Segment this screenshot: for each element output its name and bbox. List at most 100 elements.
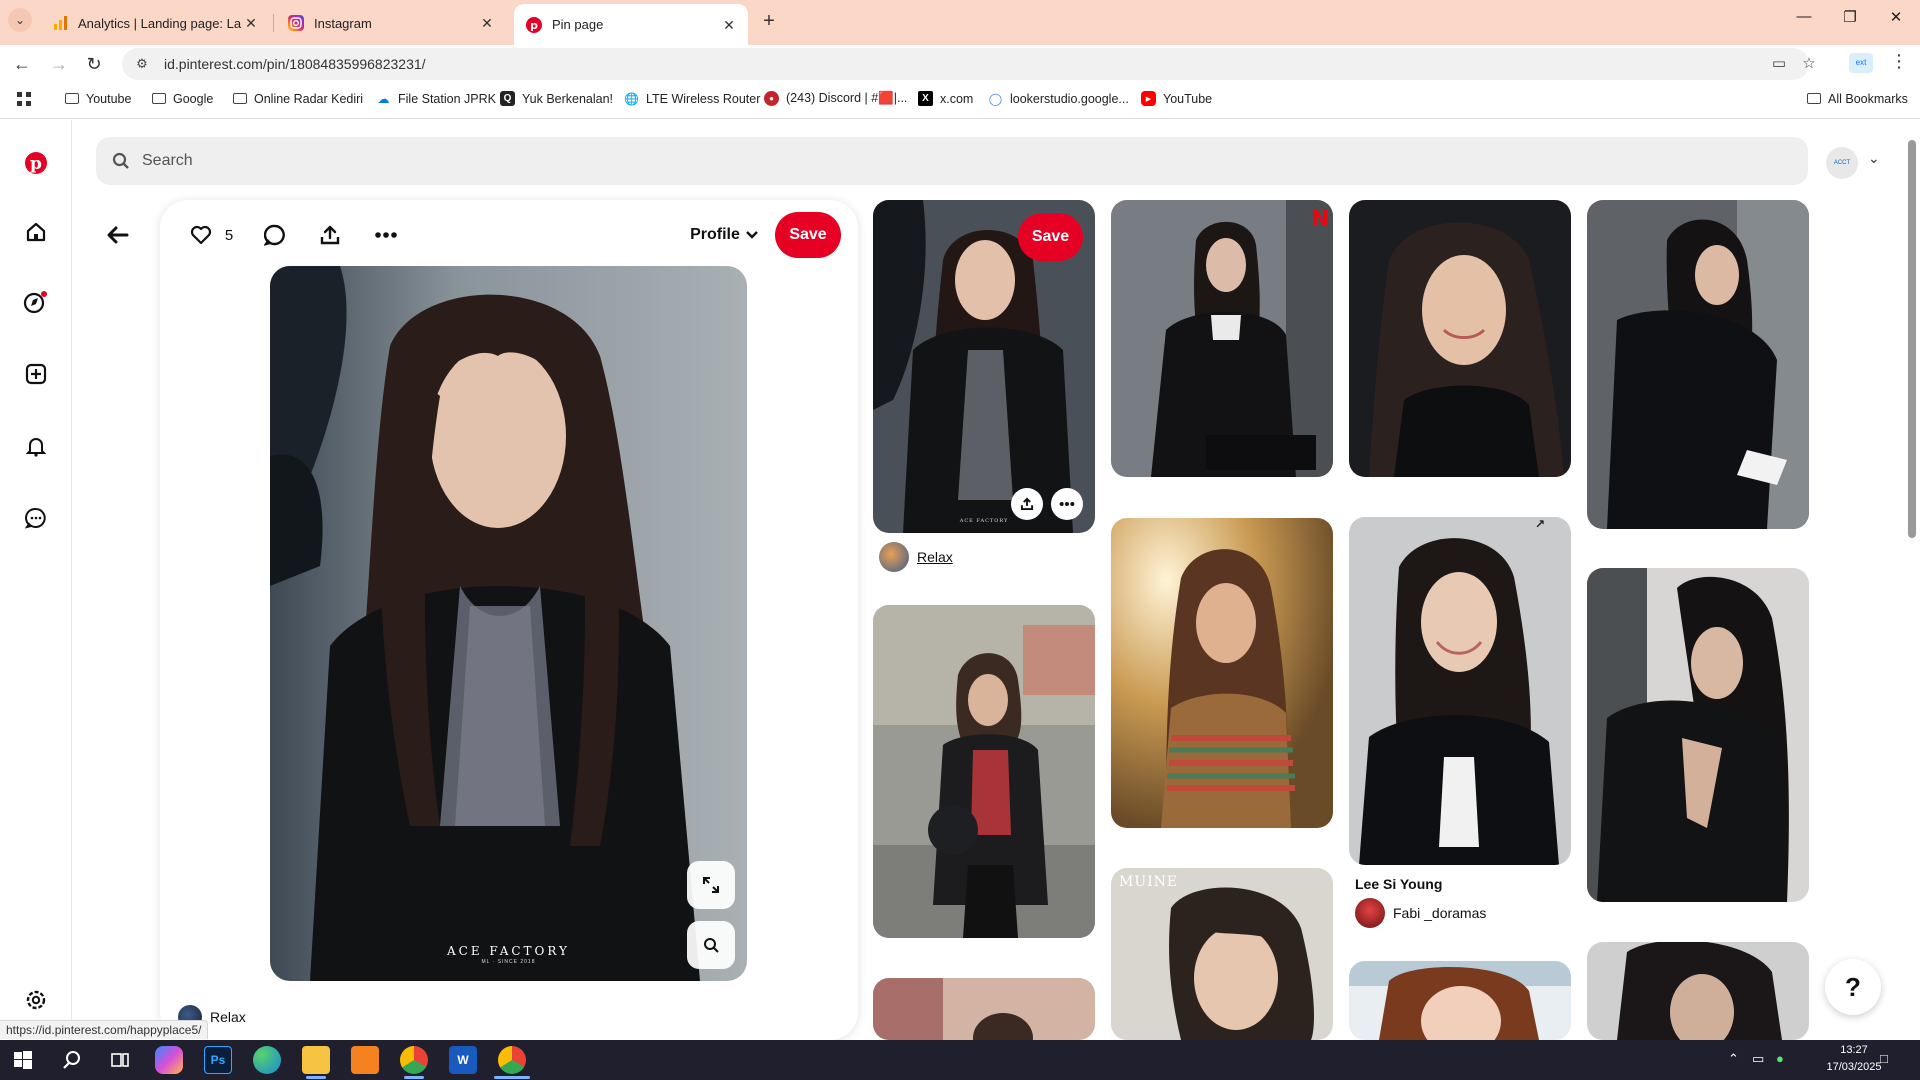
bookmark-lte-router[interactable]: 🌐 LTE Wireless Router — [624, 91, 760, 106]
task-view-icon[interactable] — [106, 1046, 134, 1074]
browser-menu-icon[interactable]: ⋮ — [1889, 51, 1909, 75]
window-close-button[interactable]: ✕ — [1876, 8, 1916, 32]
scroll-thumb[interactable] — [1908, 140, 1916, 538]
bookmarks-bar: Youtube Google Online Radar Kediri ☁ File… — [0, 83, 1920, 119]
grid-pin-5[interactable] — [873, 605, 1095, 938]
restore-button[interactable]: ❐ — [1830, 8, 1870, 32]
bookmark-label: lookerstudio.google... — [1010, 91, 1129, 106]
chevron-up-icon[interactable]: ⌃ — [1728, 1051, 1739, 1067]
status-icon[interactable]: ● — [1776, 1051, 1784, 1066]
bookmark-label: Yuk Berkenalan! — [522, 91, 614, 106]
expand-icon[interactable] — [687, 861, 735, 909]
back-arrow-icon[interactable]: ← — [9, 51, 35, 77]
bookmark-online-radar[interactable]: Online Radar Kediri — [232, 91, 363, 106]
share-icon[interactable] — [1011, 488, 1043, 520]
pin-title[interactable]: Lee Si Young — [1355, 876, 1442, 892]
grid-pin-3[interactable] — [1349, 200, 1571, 477]
search-input[interactable] — [142, 152, 1642, 170]
save-button[interactable]: Save — [775, 212, 841, 258]
bookmark-label: Online Radar Kediri — [254, 91, 364, 106]
site-info-icon[interactable]: ⚙ — [132, 54, 152, 74]
new-tab-button[interactable]: + — [757, 10, 781, 34]
forward-arrow-icon[interactable]: → — [46, 51, 72, 77]
close-icon[interactable]: ✕ — [720, 16, 738, 34]
grid-pin-2[interactable]: N — [1111, 200, 1333, 477]
tab-instagram[interactable]: Instagram ✕ — [276, 6, 506, 40]
address-bar[interactable]: ⚙ id.pinterest.com/pin/18084835996823231… — [122, 48, 1816, 80]
home-icon[interactable] — [22, 218, 50, 246]
bookmark-youtube-folder[interactable]: Youtube — [64, 91, 131, 106]
windows-start-icon[interactable] — [9, 1046, 37, 1074]
bookmark-x[interactable]: Xx.com — [918, 91, 973, 106]
visual-search-icon[interactable] — [687, 921, 735, 969]
tab-analytics[interactable]: Analytics | Landing page: Landi ✕ — [40, 6, 270, 40]
bookmark-lookerstudio[interactable]: ◯ lookerstudio.google... — [988, 91, 1129, 106]
chrome-icon[interactable] — [498, 1046, 526, 1074]
back-arrow-icon[interactable] — [100, 218, 134, 252]
grid-pin-1[interactable]: ACE FACTORY Save — [873, 200, 1095, 533]
tab-pin-page[interactable]: p Pin page ✕ — [514, 4, 748, 45]
explore-compass-icon[interactable] — [22, 288, 50, 316]
copilot-icon[interactable] — [155, 1046, 183, 1074]
url-text: id.pinterest.com/pin/18084835996823231/ — [164, 56, 426, 72]
bookmark-label: Google — [173, 91, 214, 106]
settings-gear-icon[interactable] — [22, 986, 50, 1014]
close-icon[interactable]: ✕ — [478, 14, 496, 32]
page-scrollbar[interactable] — [1906, 136, 1916, 1040]
pinterest-logo-icon[interactable]: p — [22, 149, 50, 177]
grid-pin-8[interactable] — [1587, 568, 1809, 902]
apps-grid-icon[interactable] — [16, 91, 32, 107]
bookmark-label: x.com — [940, 91, 974, 106]
close-icon[interactable]: ✕ — [242, 14, 260, 32]
bookmark-yuk-berkenalan[interactable]: Q Yuk Berkenalan! — [500, 91, 613, 106]
grid-pin-4[interactable] — [1587, 200, 1809, 529]
install-app-icon[interactable]: ▭ — [1769, 54, 1789, 74]
minimize-button[interactable]: — — [1784, 8, 1824, 32]
file-explorer-icon[interactable] — [302, 1046, 330, 1074]
save-button[interactable]: Save — [1018, 213, 1083, 261]
help-button[interactable]: ? — [1825, 959, 1881, 1015]
share-icon[interactable] — [315, 220, 345, 250]
grid-pin-10[interactable]: MUINE — [1111, 868, 1333, 1040]
create-plus-icon[interactable] — [22, 360, 50, 388]
notification-icon[interactable]: □ — [1880, 1051, 1888, 1066]
grid-pin-11[interactable] — [1349, 961, 1571, 1040]
photoshop-icon[interactable]: Ps — [204, 1046, 232, 1074]
app-icon[interactable] — [351, 1046, 379, 1074]
all-bookmarks[interactable]: All Bookmarks — [1806, 91, 1908, 106]
messages-icon[interactable] — [22, 504, 50, 532]
bookmark-discord[interactable]: ● (243) Discord | #🟥|... — [764, 91, 907, 106]
grid-pin-6[interactable] — [1111, 518, 1333, 828]
network-icon[interactable]: ▭ — [1752, 1051, 1764, 1067]
chrome-icon[interactable] — [400, 1046, 428, 1074]
grid-pin-9[interactable] — [873, 978, 1095, 1040]
pin-author[interactable]: Fabi _doramas — [1355, 898, 1486, 928]
pin-author[interactable]: Relax — [879, 542, 953, 572]
more-options-icon[interactable] — [370, 220, 402, 250]
quora-icon: Q — [500, 91, 515, 106]
bookmark-youtube[interactable]: ▶ YouTube — [1141, 91, 1212, 106]
pin-main-image[interactable]: ACE FACTORY ML · SINCE 2018 — [270, 266, 747, 981]
profile-dropdown[interactable]: Profile — [686, 218, 762, 252]
bookmark-star-icon[interactable]: ☆ — [1799, 54, 1819, 74]
bookmark-label: LTE Wireless Router — [646, 91, 761, 106]
bookmark-file-station[interactable]: ☁ File Station JPRK — [376, 91, 496, 106]
extension-icon[interactable]: ext — [1849, 53, 1873, 73]
chevron-down-icon[interactable]: ⌄ — [1868, 150, 1880, 167]
bookmark-google-folder[interactable]: Google — [151, 91, 213, 106]
notifications-bell-icon[interactable] — [22, 432, 50, 460]
grid-pin-12[interactable] — [1587, 942, 1809, 1040]
comment-icon[interactable] — [260, 220, 290, 250]
tab-search-chevron-icon[interactable]: ⌄ — [8, 8, 32, 32]
search-bar[interactable] — [96, 137, 1808, 185]
reload-icon[interactable]: ↻ — [81, 51, 107, 77]
word-icon[interactable]: W — [449, 1046, 477, 1074]
search-icon[interactable] — [58, 1046, 86, 1074]
grid-pin-7[interactable]: ↗ — [1349, 517, 1571, 865]
heart-icon[interactable] — [186, 220, 216, 250]
edge-icon[interactable] — [253, 1046, 281, 1074]
avatar — [879, 542, 909, 572]
account-avatar[interactable]: ACCT — [1826, 147, 1858, 179]
author-name: Relax — [917, 549, 953, 565]
more-options-icon[interactable] — [1051, 488, 1083, 520]
